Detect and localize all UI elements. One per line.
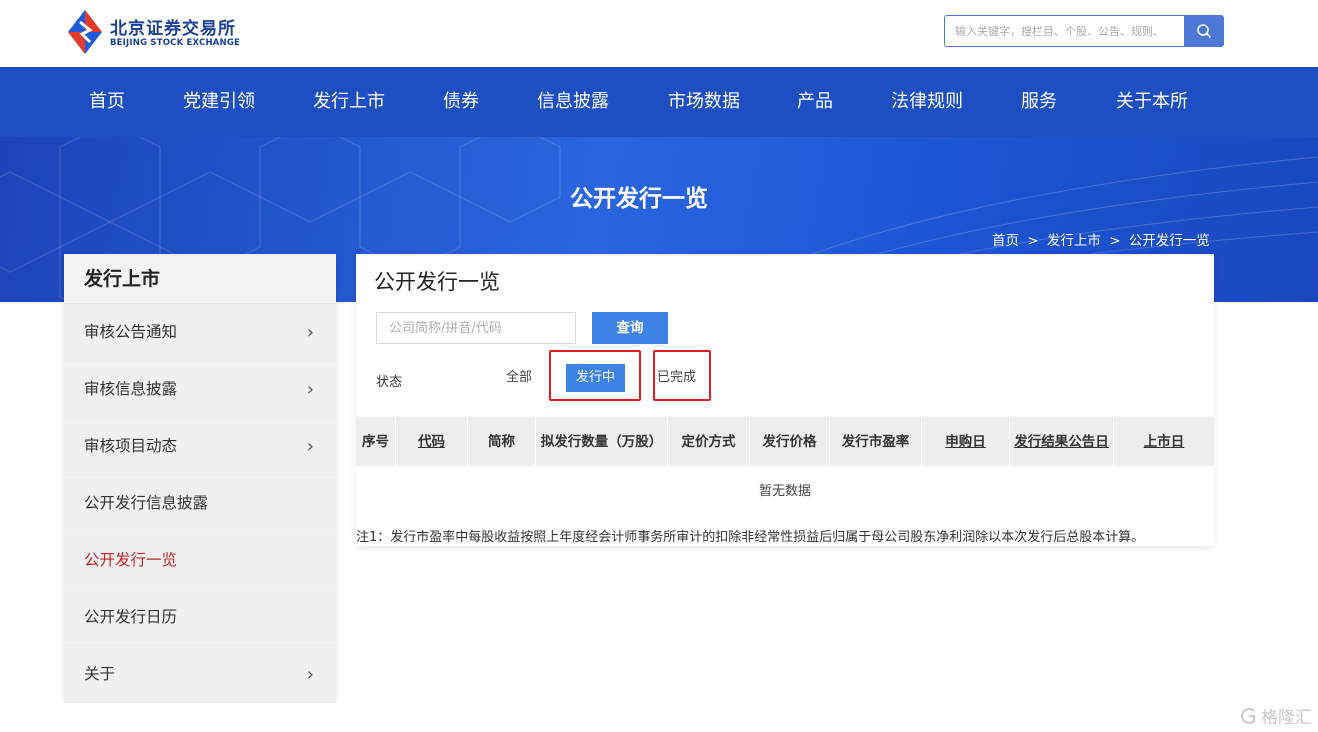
sidebar-item-review-disclosure[interactable]: 审核信息披露 ›	[64, 361, 336, 418]
column-header-pricing-method: 定价方式	[668, 417, 750, 467]
breadcrumb-separator: >	[1109, 233, 1121, 249]
column-header-name: 简称	[468, 417, 536, 467]
column-header-index: 序号	[356, 417, 396, 467]
chevron-right-icon: ›	[306, 379, 314, 400]
chevron-right-icon: ›	[306, 436, 314, 457]
sidebar-item-review-notices[interactable]: 审核公告通知 ›	[64, 304, 336, 361]
sidebar-item-review-projects[interactable]: 审核项目动态 ›	[64, 418, 336, 475]
chevron-right-icon: ›	[306, 664, 314, 685]
nav-item-services[interactable]: 服务	[1021, 67, 1057, 137]
watermark-text: 格隆汇	[1261, 708, 1312, 728]
company-search-box	[376, 312, 576, 344]
sidebar-item-label: 公开发行信息披露	[84, 494, 209, 512]
status-label: 状态	[376, 375, 403, 390]
nav-item-products[interactable]: 产品	[797, 67, 833, 137]
nav-item-rules[interactable]: 法律规则	[891, 67, 963, 137]
sidebar: 发行上市 审核公告通知 › 审核信息披露 › 审核项目动态 › 公开发行信息披露…	[64, 254, 336, 703]
sidebar-item-offering-calendar[interactable]: 公开发行日历	[64, 589, 336, 646]
bse-logo[interactable]: 北京证券交易所 BEIJING STOCK EXCHANGE	[66, 8, 246, 58]
company-search-input[interactable]	[377, 313, 575, 343]
column-header-pe-ratio: 发行市盈率	[830, 417, 922, 467]
watermark-logo-icon	[1241, 707, 1255, 724]
query-button[interactable]: 查询	[592, 312, 668, 344]
breadcrumb-current: 公开发行一览	[1128, 233, 1210, 249]
column-header-shares: 拟发行数量（万股）	[536, 417, 668, 467]
bse-logo-icon	[68, 10, 102, 54]
logo-name-cn: 北京证券交易所	[110, 19, 236, 39]
sidebar-item-offering-list[interactable]: 公开发行一览	[64, 532, 336, 589]
breadcrumb: 首页 > 发行上市 > 公开发行一览	[992, 229, 1214, 249]
sidebar-title: 发行上市	[64, 254, 336, 304]
top-header: 北京证券交易所 BEIJING STOCK EXCHANGE	[0, 0, 1318, 67]
column-header-listing-date[interactable]: 上市日	[1114, 417, 1214, 467]
sidebar-item-label: 审核项目动态	[84, 437, 178, 455]
search-icon	[1197, 24, 1212, 39]
breadcrumb-separator: >	[1027, 233, 1039, 249]
nav-item-listing[interactable]: 发行上市	[313, 67, 385, 137]
column-header-subscription-date[interactable]: 申购日	[922, 417, 1010, 467]
table-empty-state: 暂无数据	[758, 484, 811, 499]
nav-item-market-data[interactable]: 市场数据	[668, 67, 740, 137]
breadcrumb-home[interactable]: 首页	[992, 233, 1019, 249]
footnote: 注1：发行市盈率中每股收益按照上年度经会计师事务所审计的扣除非经常性损益后归属于…	[356, 530, 1145, 545]
highlight-box	[549, 350, 641, 401]
site-search-box	[944, 15, 1184, 47]
main-nav: 首页 党建引领 发行上市 债券 信息披露 市场数据 产品 法律规则 服务 关于本…	[0, 67, 1318, 137]
logo-name-en: BEIJING STOCK EXCHANGE	[110, 38, 241, 48]
column-header-code[interactable]: 代码	[396, 417, 468, 467]
nav-item-party[interactable]: 党建引领	[183, 67, 255, 137]
nav-item-bonds[interactable]: 债券	[443, 67, 479, 137]
chevron-right-icon: ›	[306, 322, 314, 343]
breadcrumb-listing[interactable]: 发行上市	[1047, 233, 1101, 249]
banner-title: 公开发行一览	[570, 186, 708, 212]
status-filter-all[interactable]: 全部	[506, 364, 532, 392]
highlight-box	[653, 350, 711, 401]
watermark: 格隆汇	[1240, 703, 1312, 728]
sidebar-item-label: 公开发行日历	[84, 608, 178, 626]
sidebar-item-label: 审核公告通知	[84, 323, 178, 341]
sidebar-item-label: 审核信息披露	[84, 380, 178, 398]
column-header-price: 发行价格	[750, 417, 830, 467]
nav-item-disclosure[interactable]: 信息披露	[537, 67, 609, 137]
sidebar-item-offering-disclosure[interactable]: 公开发行信息披露	[64, 475, 336, 532]
page-title: 公开发行一览	[374, 270, 500, 294]
nav-item-home[interactable]: 首页	[89, 67, 125, 137]
site-search-button[interactable]	[1184, 15, 1224, 47]
sidebar-item-label: 关于	[84, 665, 116, 683]
nav-item-about[interactable]: 关于本所	[1116, 67, 1188, 137]
sidebar-item-about[interactable]: 关于 ›	[64, 646, 336, 703]
main-content-card: 公开发行一览 查询 状态 全部 发行中 已完成 序号 代码 简称 拟发行数量（万…	[356, 254, 1214, 546]
column-header-result-date[interactable]: 发行结果公告日	[1010, 417, 1114, 467]
offering-table-header: 序号 代码 简称 拟发行数量（万股） 定价方式 发行价格 发行市盈率 申购日 发…	[356, 416, 1214, 467]
sidebar-item-label: 公开发行一览	[84, 551, 178, 569]
site-search-input[interactable]	[945, 16, 1184, 46]
